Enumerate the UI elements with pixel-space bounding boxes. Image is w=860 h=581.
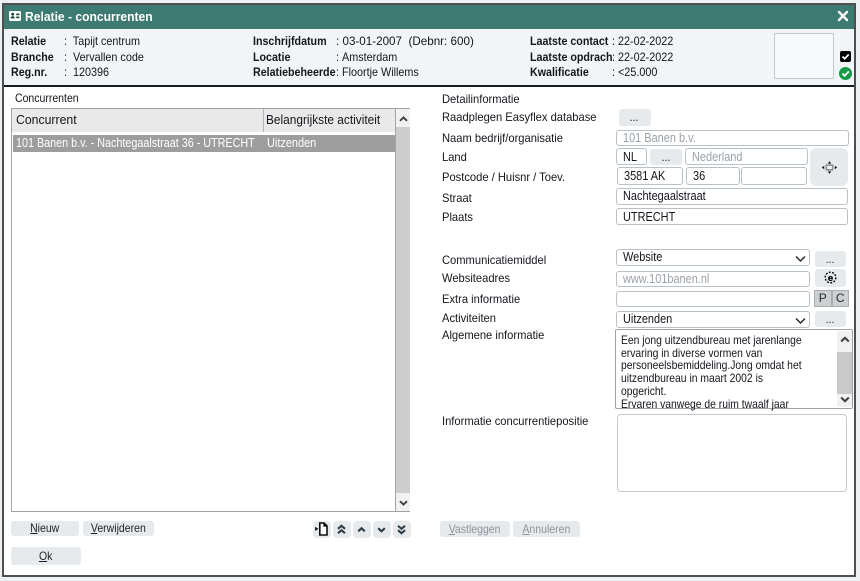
svg-text:e: e bbox=[828, 272, 833, 283]
